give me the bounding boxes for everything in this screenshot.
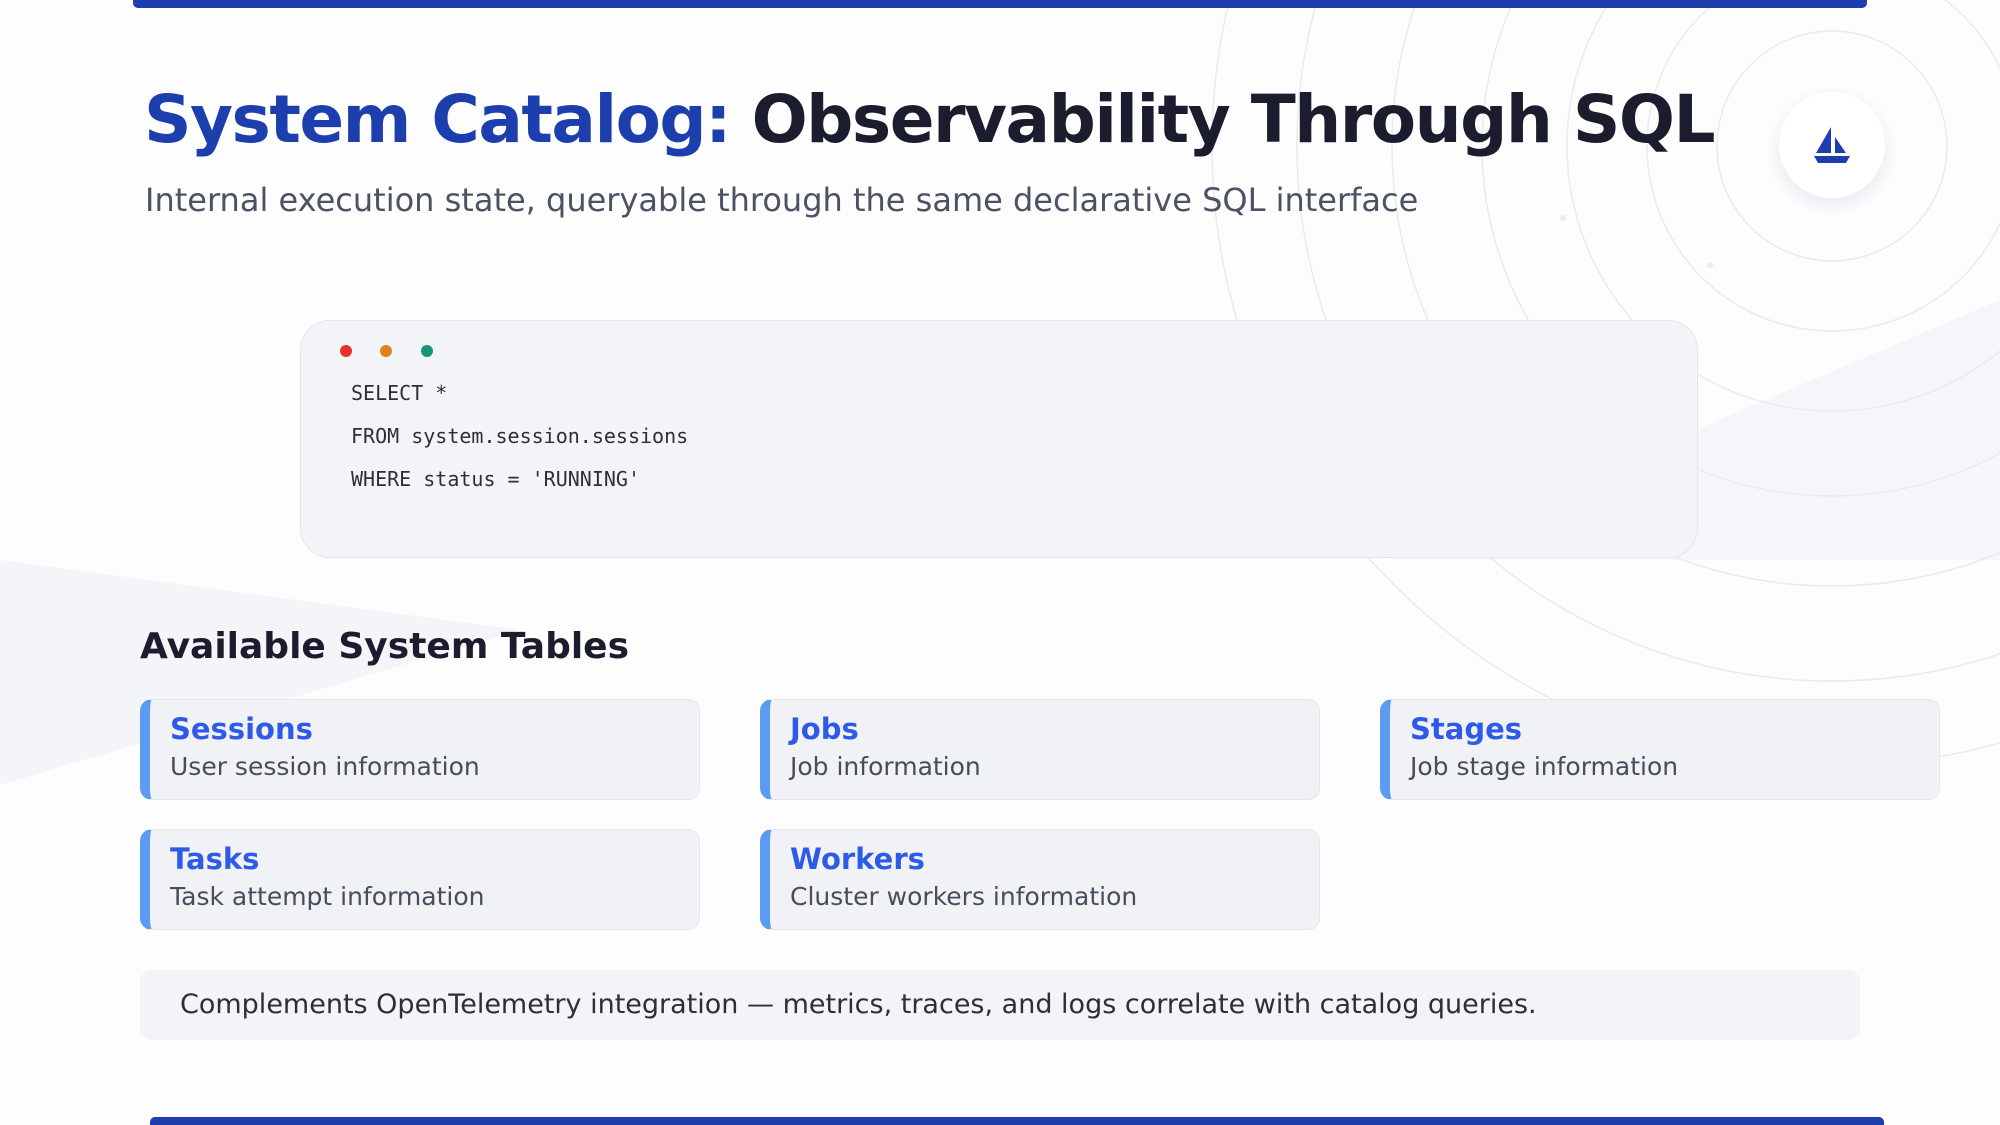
title-main: Observability Through SQL — [751, 81, 1716, 158]
system-table-card-tasks: Tasks Task attempt information — [140, 829, 700, 930]
sql-code-window: SELECT * FROM system.session.sessions WH… — [300, 320, 1698, 558]
card-title: Stages — [1410, 712, 1523, 746]
window-dot-red — [340, 345, 352, 357]
system-table-card-jobs: Jobs Job information — [760, 699, 1320, 800]
card-description: Cluster workers information — [790, 882, 1138, 911]
code-line: WHERE status = 'RUNNING' — [351, 467, 640, 491]
system-table-card-stages: Stages Job stage information — [1380, 699, 1940, 800]
logo-badge — [1779, 92, 1885, 198]
sql-code: SELECT * FROM system.session.sessions WH… — [351, 381, 688, 510]
footnote-box: Complements OpenTelemetry integration — … — [140, 970, 1860, 1040]
window-dot-orange — [380, 345, 392, 357]
bottom-accent-bar — [150, 1117, 1884, 1125]
card-description: Job information — [790, 752, 981, 781]
card-description: Job stage information — [1410, 752, 1679, 781]
system-table-card-sessions: Sessions User session information — [140, 699, 700, 800]
window-dot-green — [421, 345, 433, 357]
card-title: Jobs — [790, 712, 859, 746]
code-line: FROM system.session.sessions — [351, 424, 689, 448]
page-subtitle: Internal execution state, queryable thro… — [145, 181, 1419, 219]
code-line: SELECT * — [351, 381, 448, 405]
sailboat-icon — [1814, 127, 1850, 163]
system-table-card-workers: Workers Cluster workers information — [760, 829, 1320, 930]
card-description: Task attempt information — [170, 882, 485, 911]
footnote-text: Complements OpenTelemetry integration — … — [180, 989, 1537, 1020]
background-decoration — [0, 0, 2000, 785]
card-title: Tasks — [170, 842, 260, 876]
title-accent: System Catalog: — [144, 81, 732, 158]
page-title: System Catalog: Observability Through SQ… — [144, 80, 1716, 159]
top-accent-bar — [133, 0, 1867, 8]
card-title: Sessions — [170, 712, 313, 746]
section-title: Available System Tables — [140, 626, 630, 667]
card-description: User session information — [170, 752, 480, 781]
card-title: Workers — [790, 842, 925, 876]
